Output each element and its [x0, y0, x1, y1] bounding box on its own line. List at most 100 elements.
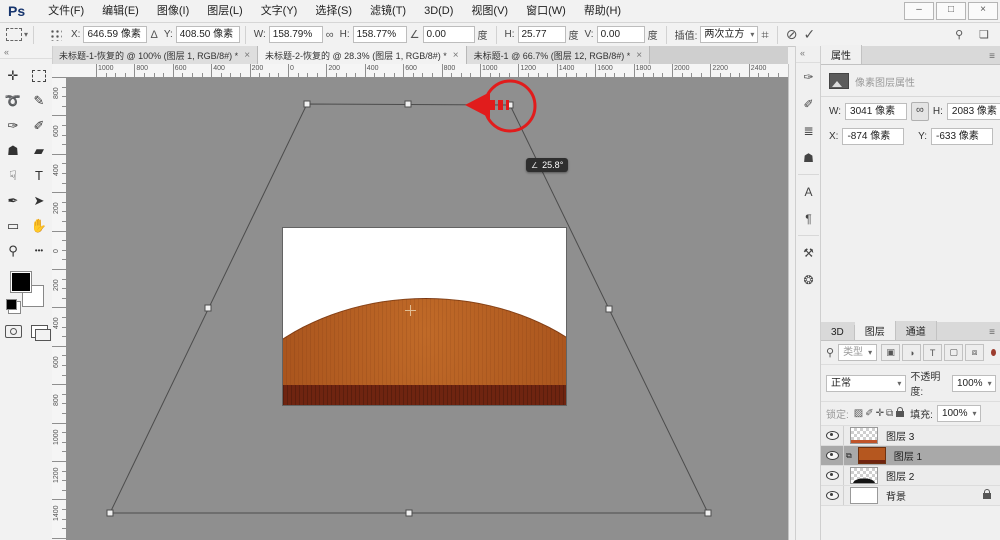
prop-x-input[interactable]: -874 像素 [842, 128, 904, 145]
close-button[interactable]: × [968, 2, 998, 20]
screen-mode-icon[interactable] [31, 325, 48, 338]
zoom-tool[interactable]: ⚲ [0, 238, 26, 263]
fill-select[interactable]: 100%▾ [937, 405, 981, 422]
commit-transform-icon[interactable]: ✓ [803, 26, 815, 43]
menu-item-滤镜(T)[interactable]: 滤镜(T) [361, 0, 415, 22]
pen-tool[interactable]: ✒ [0, 188, 26, 213]
width-input[interactable]: 158.79% [269, 26, 323, 43]
menu-item-编辑(E)[interactable]: 编辑(E) [93, 0, 148, 22]
menu-item-文件(F)[interactable]: 文件(F) [39, 0, 93, 22]
panel-expand-button[interactable]: « [796, 46, 821, 63]
toolbar-collapse-button[interactable]: « [0, 46, 52, 59]
layer-row[interactable]: 背景 [821, 486, 1000, 506]
filter-toggle[interactable] [991, 349, 996, 356]
menu-item-帮助(H)[interactable]: 帮助(H) [575, 0, 630, 22]
clone-stamp-tool[interactable]: ☗ [0, 138, 26, 163]
warp-mode-icon[interactable]: ⌗ [761, 27, 768, 43]
tab-properties[interactable]: 属性 [821, 45, 862, 64]
lock-all-icon[interactable] [896, 411, 904, 417]
menu-item-图像(I)[interactable]: 图像(I) [148, 0, 198, 22]
y-input[interactable]: 408.50 像素 [176, 26, 240, 43]
x-input[interactable]: 646.59 像素 [83, 26, 147, 43]
visibility-toggle[interactable] [821, 466, 844, 485]
quick-selection-tool[interactable]: ✎ [26, 88, 52, 113]
brush-tool[interactable]: ✐ [26, 113, 52, 138]
clone-source-icon[interactable]: ☗ [796, 144, 821, 171]
visibility-toggle[interactable] [821, 446, 844, 465]
menu-item-窗口(W)[interactable]: 窗口(W) [517, 0, 575, 22]
tab-通道[interactable]: 通道 [896, 321, 937, 340]
interpolation-select[interactable]: 两次立方▾ [700, 26, 758, 43]
visibility-toggle[interactable] [821, 426, 844, 445]
menu-item-视图(V)[interactable]: 视图(V) [462, 0, 517, 22]
visibility-toggle[interactable] [821, 486, 844, 505]
hand-tool[interactable]: ✋ [26, 213, 52, 238]
blend-mode-select[interactable]: 正常▾ [826, 375, 906, 392]
tab-close-icon[interactable]: × [453, 50, 459, 61]
height-input[interactable]: 158.77% [353, 26, 407, 43]
ruler-top[interactable]: 1000800600400200020040060080010001200140… [66, 64, 788, 78]
rotation-input[interactable]: 0.00 [423, 26, 475, 43]
menu-item-图层(L)[interactable]: 图层(L) [198, 0, 251, 22]
panel-menu-icon[interactable]: ≡ [989, 51, 1000, 64]
minimize-button[interactable]: – [904, 2, 934, 20]
layer-row[interactable]: ⧉图层 1 [821, 446, 1000, 466]
tab-close-icon[interactable]: × [244, 50, 250, 61]
lock-artboard-icon[interactable]: ⧉ [886, 408, 893, 419]
edit-toolbar[interactable]: ••• [26, 238, 52, 263]
relative-position-icon[interactable]: Δ [150, 29, 157, 41]
menu-item-选择(S)[interactable]: 选择(S) [306, 0, 361, 22]
default-colors-icon[interactable] [6, 299, 17, 310]
lasso-tool[interactable]: ➰ [0, 88, 26, 113]
lock-transparency-icon[interactable]: ▨ [854, 408, 863, 419]
v-skew-input[interactable]: 0.00 [597, 26, 645, 43]
menu-item-文字(Y)[interactable]: 文字(Y) [252, 0, 307, 22]
adjustments-icon[interactable]: ≣ [796, 117, 821, 144]
prop-h-input[interactable]: 2083 像素 [947, 103, 1000, 120]
libraries-icon[interactable]: ❂ [796, 266, 821, 293]
filter-shape-icon[interactable]: ▢ [944, 344, 963, 361]
path-selection-tool[interactable]: ➤ [26, 188, 52, 213]
smudge-tool[interactable]: ☟ [0, 163, 26, 188]
paragraph-icon[interactable]: ¶ [796, 205, 821, 232]
document-tab[interactable]: 未标题-1-恢复的 @ 100% (图层 1, RGB/8#) *× [52, 46, 258, 64]
brush-settings-icon[interactable]: ✐ [796, 90, 821, 117]
link-wh-icon[interactable]: ∞ [911, 102, 929, 121]
canvas-area[interactable]: ∠ 25.8° [66, 77, 788, 540]
rectangular-marquee-tool[interactable] [26, 63, 52, 88]
move-tool[interactable]: ✛ [0, 63, 26, 88]
eraser-tool[interactable]: ▰ [26, 138, 52, 163]
cancel-transform-icon[interactable]: ⊘ [786, 26, 798, 43]
layer-row[interactable]: 图层 2 [821, 466, 1000, 486]
filter-adjustment-icon[interactable]: ◑ [902, 344, 921, 361]
quick-mask-icon[interactable] [5, 325, 22, 338]
brushes-icon[interactable]: ✑ [796, 63, 821, 90]
type-tool[interactable]: T [26, 163, 52, 188]
opacity-select[interactable]: 100%▾ [952, 375, 996, 392]
lock-pixels-icon[interactable]: ✐ [865, 408, 873, 419]
filter-pixel-icon[interactable]: ▣ [881, 344, 900, 361]
tool-preset-picker[interactable]: ▾ [6, 28, 28, 41]
document-tab[interactable]: 未标题-2-恢复的 @ 28.3% (图层 1, RGB/8#) *× [258, 46, 467, 64]
reference-point-locator[interactable] [49, 28, 62, 41]
prop-y-input[interactable]: -633 像素 [931, 128, 993, 145]
workspace-icon[interactable]: ❏ [979, 28, 989, 41]
filter-type-icon[interactable]: T [923, 344, 942, 361]
restore-button[interactable]: □ [936, 2, 966, 20]
layer-filter-select[interactable]: 类型▾ [838, 344, 877, 361]
lock-position-icon[interactable]: ✛ [876, 408, 884, 419]
menu-item-3D(D)[interactable]: 3D(D) [415, 0, 462, 22]
panel-menu-icon[interactable]: ≡ [989, 327, 1000, 340]
link-dimensions-icon[interactable]: ∞ [326, 29, 334, 41]
prop-w-input[interactable]: 3041 像素 [845, 103, 907, 120]
tool-presets-icon[interactable]: ⚒ [796, 239, 821, 266]
tab-图层[interactable]: 图层 [855, 321, 896, 340]
filter-smart-object-icon[interactable]: ⧈ [965, 344, 984, 361]
tab-3D[interactable]: 3D [821, 325, 855, 340]
eyedropper-tool[interactable]: ✑ [0, 113, 26, 138]
layer-row[interactable]: 图层 3 [821, 426, 1000, 446]
tab-close-icon[interactable]: × [636, 50, 642, 61]
search-icon[interactable]: ⚲ [955, 28, 963, 41]
rectangle-tool[interactable]: ▭ [0, 213, 26, 238]
ruler-left[interactable]: 8006004002000200400600800100012001400160… [52, 77, 67, 540]
